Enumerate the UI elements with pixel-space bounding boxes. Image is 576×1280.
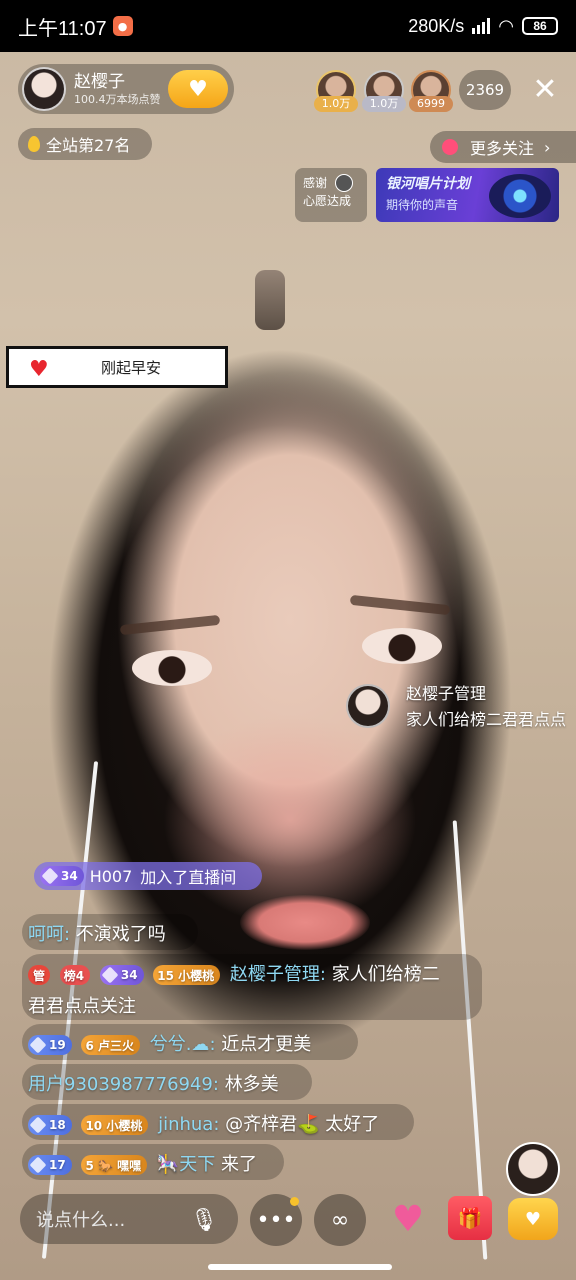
chat-message[interactable]: 用户9303987776949: 林多美: [28, 1070, 279, 1096]
level-badge: 19: [28, 1035, 72, 1055]
top-viewer-amount: 1.0万: [314, 96, 358, 112]
join-notice: 34 H007 加入了直播间: [34, 862, 262, 890]
chat-message[interactable]: 17 5 🐎 嘿嘿 🎠天下 来了: [28, 1150, 257, 1176]
notice-text: 刚起早安: [101, 358, 162, 377]
fan-club-avatar[interactable]: [506, 1142, 560, 1196]
anchor-avatar[interactable]: [22, 67, 66, 111]
right-brow: [349, 594, 451, 616]
lips: [240, 895, 370, 950]
anchor-name: 赵樱子: [74, 72, 125, 93]
home-indicator[interactable]: [208, 1264, 392, 1270]
record-disc-icon: [489, 174, 551, 218]
chat-username[interactable]: jinhua: [158, 1114, 213, 1135]
heart-plus-icon: ♥: [188, 76, 208, 102]
floating-message-avatar: [346, 684, 390, 728]
manager-badge: 管: [28, 965, 51, 985]
chat-input-placeholder: 说点什么...: [36, 1210, 126, 1231]
anchor-fan-club[interactable]: ♥: [504, 1142, 562, 1244]
join-action: 加入了直播间: [140, 868, 237, 887]
link-icon: ∞: [330, 1207, 350, 1233]
chat-username[interactable]: 用户9303987776949: [28, 1074, 213, 1095]
thanks-line2: 心愿达成: [303, 194, 352, 208]
live-dot-icon: [442, 139, 458, 155]
fan-badge: 5 🐎 嘿嘿: [81, 1155, 148, 1175]
chat-message[interactable]: 管 榜4 34 15 小樱桃 赵樱子管理: 家人们给榜二 君君点点关注: [28, 960, 488, 1018]
anchor-info-pill[interactable]: 赵樱子 100.4万本场点赞 ♥: [18, 64, 234, 114]
mic-icon[interactable]: 🎙: [182, 1198, 226, 1242]
level-badge: 34: [99, 965, 144, 985]
chat-text: 不演戏了吗: [75, 924, 166, 945]
link-button[interactable]: ∞: [314, 1194, 366, 1246]
floating-message: 赵樱子管理 家人们给榜二君君点点: [346, 680, 576, 730]
chat-username[interactable]: 🎠天下: [157, 1154, 215, 1175]
gem-icon: [29, 1156, 47, 1174]
chevron-right-icon: ›: [544, 137, 551, 157]
chat-text: @齐梓君⛳ 太好了: [225, 1114, 380, 1135]
follow-button[interactable]: ♥: [168, 70, 228, 108]
gem-icon: [101, 966, 119, 984]
heart-icon[interactable]: ♥: [386, 1198, 430, 1242]
chat-text: 来了: [220, 1154, 257, 1175]
status-bar: 上午11:07 ● 280K/s ◠ 86: [0, 0, 576, 52]
fan-badge: 6 卢三火: [81, 1035, 140, 1055]
battery-level: 86: [533, 19, 547, 33]
status-time: 上午11:07: [18, 17, 107, 40]
chat-username[interactable]: 赵樱子管理: [230, 964, 320, 985]
join-user: H007: [89, 866, 133, 886]
battery-icon: 86: [522, 17, 558, 35]
chat-username[interactable]: 呵呵: [28, 924, 64, 945]
chat-text: 林多美: [224, 1074, 279, 1095]
rank-text: 全站第27名: [46, 136, 131, 155]
level-badge: 17: [28, 1155, 72, 1175]
floating-message-name: 赵樱子管理: [406, 684, 487, 703]
net-speed: 280K/s: [408, 15, 465, 36]
left-brow: [119, 614, 221, 636]
rank-badge-small: 榜4: [59, 965, 91, 985]
floating-message-text: 家人们给榜二君君点点: [406, 710, 567, 729]
earphone-cable-right: [452, 820, 488, 1260]
hair-part: [255, 270, 285, 330]
chat-message[interactable]: 呵呵: 不演戏了吗: [28, 920, 166, 946]
left-eye: [132, 650, 212, 686]
gem-icon: [29, 1116, 47, 1134]
more-button[interactable]: •••: [250, 1194, 302, 1246]
more-icon: •••: [256, 1207, 296, 1233]
gem-icon: [29, 1036, 47, 1054]
chat-text: 近点才更美: [221, 1034, 312, 1055]
more-follow-label: 更多关注: [470, 139, 535, 158]
chat-message[interactable]: 19 6 卢三火 兮兮.☁: 近点才更美: [28, 1030, 311, 1056]
top-viewer-amount: 1.0万: [362, 96, 406, 112]
thanks-card[interactable]: 感谢 心愿达成: [295, 168, 367, 222]
notification-dot: [290, 1197, 299, 1206]
fan-badge: 15 小樱桃: [153, 965, 221, 985]
gift-icon[interactable]: 🎁: [448, 1196, 492, 1240]
top-viewer-amount: 6999: [409, 96, 453, 112]
gem-icon: [41, 867, 59, 885]
app-notification-icon: ●: [112, 16, 133, 36]
flame-icon: [28, 136, 40, 152]
heart-icon: ♥: [29, 357, 49, 382]
more-follow-button[interactable]: 更多关注 ›: [430, 131, 576, 163]
galaxy-record-banner[interactable]: 银河唱片计划 期待你的声音: [376, 168, 559, 222]
fan-badge: 10 小樱桃: [81, 1115, 149, 1135]
wifi-icon: ◠: [498, 15, 514, 36]
level-badge: 34: [40, 866, 84, 886]
viewer-count[interactable]: 2369: [459, 70, 511, 110]
anchor-likes: 100.4万本场点赞: [74, 92, 161, 106]
rank-badge[interactable]: 全站第27名: [18, 128, 152, 160]
chat-text: 家人们给榜二: [331, 964, 440, 985]
anchor-notice-sticker: ♥ 刚起早安: [6, 346, 228, 388]
signal-icon: [472, 18, 491, 34]
heart-plus-icon[interactable]: ♥: [508, 1198, 558, 1240]
thanks-avatar: [335, 174, 353, 192]
chat-text-continued: 君君点点关注: [28, 996, 136, 1017]
chat-message[interactable]: 18 10 小樱桃 jinhua: @齐梓君⛳ 太好了: [28, 1110, 379, 1136]
level-badge: 18: [28, 1115, 72, 1135]
right-eye: [362, 628, 442, 664]
chat-username[interactable]: 兮兮.☁: [150, 1034, 210, 1055]
close-icon[interactable]: ✕: [528, 72, 562, 108]
